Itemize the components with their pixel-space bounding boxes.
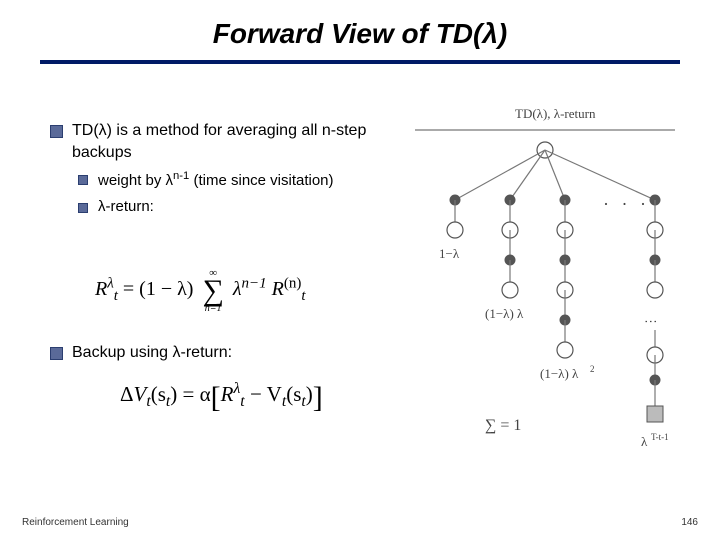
f2-V1: V xyxy=(134,382,147,406)
body-content: TD(λ) is a method for averaging all n-st… xyxy=(50,120,390,236)
bullet-1a-sup: n-1 xyxy=(173,170,189,182)
f2-st2: t xyxy=(301,393,305,410)
f1-R: R xyxy=(95,278,107,300)
f1-sum-bot: n=1 xyxy=(202,304,223,313)
f1-exp: n−1 xyxy=(242,275,267,291)
bullet-1-text: TD(λ) is a method for averaging all n-st… xyxy=(72,122,366,161)
bullet-1: TD(λ) is a method for averaging all n-st… xyxy=(50,120,390,218)
bullet-1a: weight by λn-1 (time since visitation) xyxy=(78,169,390,191)
weight-2: (1−λ) λ xyxy=(485,306,524,321)
slide-title: Forward View of TD(λ) xyxy=(0,18,720,50)
f2-delta: Δ xyxy=(120,382,134,406)
weight-1: 1−λ xyxy=(439,246,460,261)
footer-left: Reinforcement Learning xyxy=(22,517,129,528)
bullet-1a-pre: weight by λ xyxy=(98,172,173,189)
f1-R2sup: (n) xyxy=(284,275,302,291)
bullet-2: Backup using λ-return: xyxy=(50,342,390,364)
f1-sum-sym: ∑ xyxy=(202,278,223,304)
h-dots: · · · xyxy=(603,194,650,214)
bullet-1b-text: λ-return: xyxy=(98,198,154,215)
sigma-icon: ∞ ∑ n=1 xyxy=(202,268,223,313)
sum-equals-1: ∑ = 1 xyxy=(485,417,521,434)
f2-rb: ] xyxy=(313,381,323,414)
diagram-svg: TD(λ), λ-return 1−λ (1−λ) λ xyxy=(395,100,695,480)
diagram-title: TD(λ), λ-return xyxy=(515,106,596,121)
f2-lb: [ xyxy=(211,381,221,414)
f2-close1: ) = α xyxy=(170,382,210,406)
f2-open1: (s xyxy=(151,382,166,406)
weight-T-a: λ xyxy=(641,434,648,449)
bullet-1a-post: (time since visitation) xyxy=(189,172,333,189)
weight-3-sup: 2 xyxy=(590,364,595,374)
v-dots: ⋮ xyxy=(644,315,659,328)
f1-eq: = (1 − λ) xyxy=(123,278,194,300)
formula-lambda-return: Rλt = (1 − λ) ∞ ∑ n=1 λn−1 R(n)t xyxy=(95,268,306,313)
formula-backup: ΔVt(st) = α[Rλt − Vt(st)] xyxy=(120,380,323,415)
f1-lam: λ xyxy=(233,278,242,300)
f2-minus: − V xyxy=(245,382,282,406)
bullet-2-text: Backup using λ-return: xyxy=(72,344,232,361)
f2-open2: (s xyxy=(286,382,301,406)
f1-R2sub: t xyxy=(301,288,305,304)
terminal-node xyxy=(647,406,663,422)
f1-sub: t xyxy=(114,288,118,304)
backup-diagram: TD(λ), λ-return 1−λ (1−λ) λ xyxy=(395,100,695,480)
weight-3-a: (1−λ) λ xyxy=(540,366,579,381)
f2-R: R xyxy=(221,382,234,406)
f1-R2: R xyxy=(272,278,284,300)
page-number: 146 xyxy=(681,517,698,528)
bullet-1b: λ-return: xyxy=(78,197,390,217)
title-rule xyxy=(40,60,680,64)
weight-T-sup: T-t-1 xyxy=(651,432,669,442)
